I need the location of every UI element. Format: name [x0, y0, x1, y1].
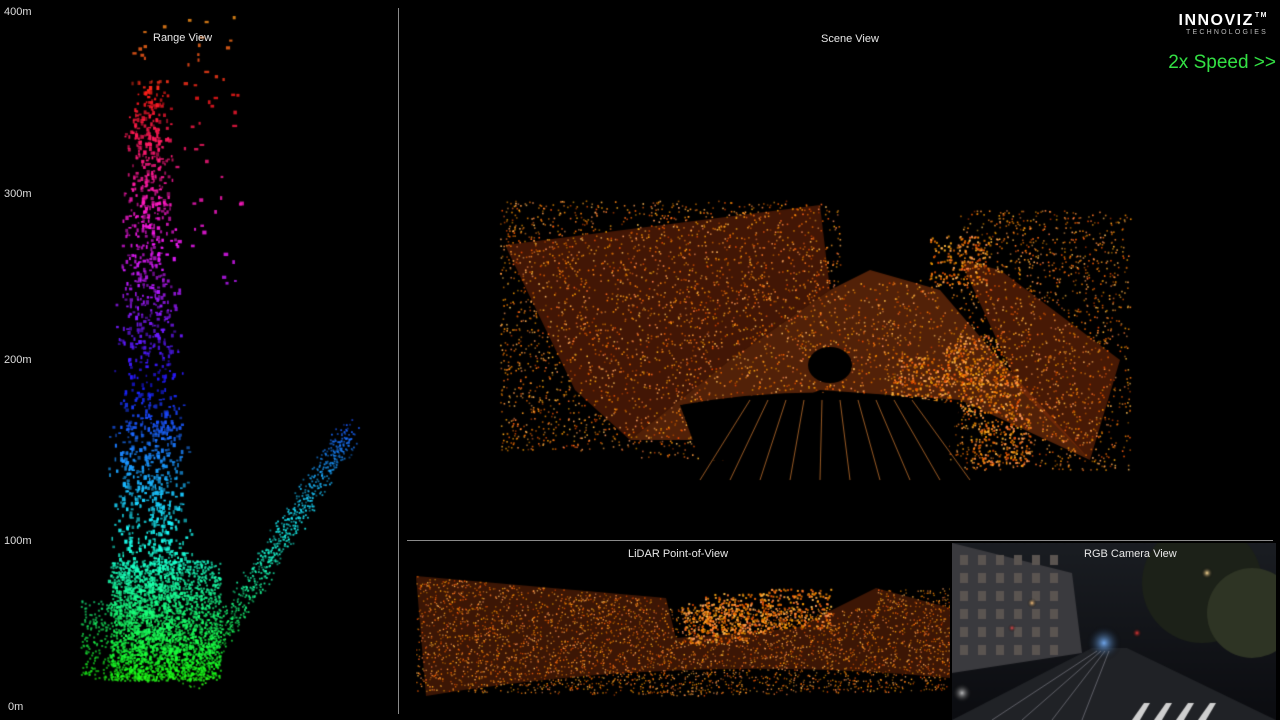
range-tick-0m: 0m: [8, 701, 24, 713]
lidar-pov-pointcloud: [416, 568, 950, 703]
lidar-pov-title: LiDAR Point-of-View: [628, 548, 729, 560]
range-view-panel: 400m 300m 200m 100m 0m Range View: [0, 0, 398, 720]
range-view-title: Range View: [153, 32, 213, 44]
scene-view-title: Scene View: [821, 33, 879, 45]
horizontal-divider: [407, 540, 1273, 541]
range-view-pointcloud: [0, 0, 398, 720]
rgb-camera-title: RGB Camera View: [1084, 548, 1177, 560]
logo-wordmark: INNOVIZ: [1178, 12, 1254, 29]
rgb-camera-panel: RGB Camera View: [952, 543, 1276, 720]
logo-subtitle: TECHNOLOGIES: [1185, 29, 1268, 36]
range-tick-200m: 200m: [4, 354, 32, 366]
innoviz-logo: INNOVIZTM TECHNOLOGIES: [1179, 12, 1269, 36]
rgb-camera-feed: [952, 543, 1276, 720]
range-tick-100m: 100m: [4, 535, 32, 547]
playback-speed-indicator: 2x Speed >>: [1168, 52, 1276, 73]
range-tick-400m: 400m: [4, 6, 32, 18]
vertical-divider: [398, 8, 399, 714]
scene-view-pointcloud: [400, 60, 1260, 530]
range-tick-300m: 300m: [4, 188, 32, 200]
logo-trademark: TM: [1254, 12, 1268, 19]
